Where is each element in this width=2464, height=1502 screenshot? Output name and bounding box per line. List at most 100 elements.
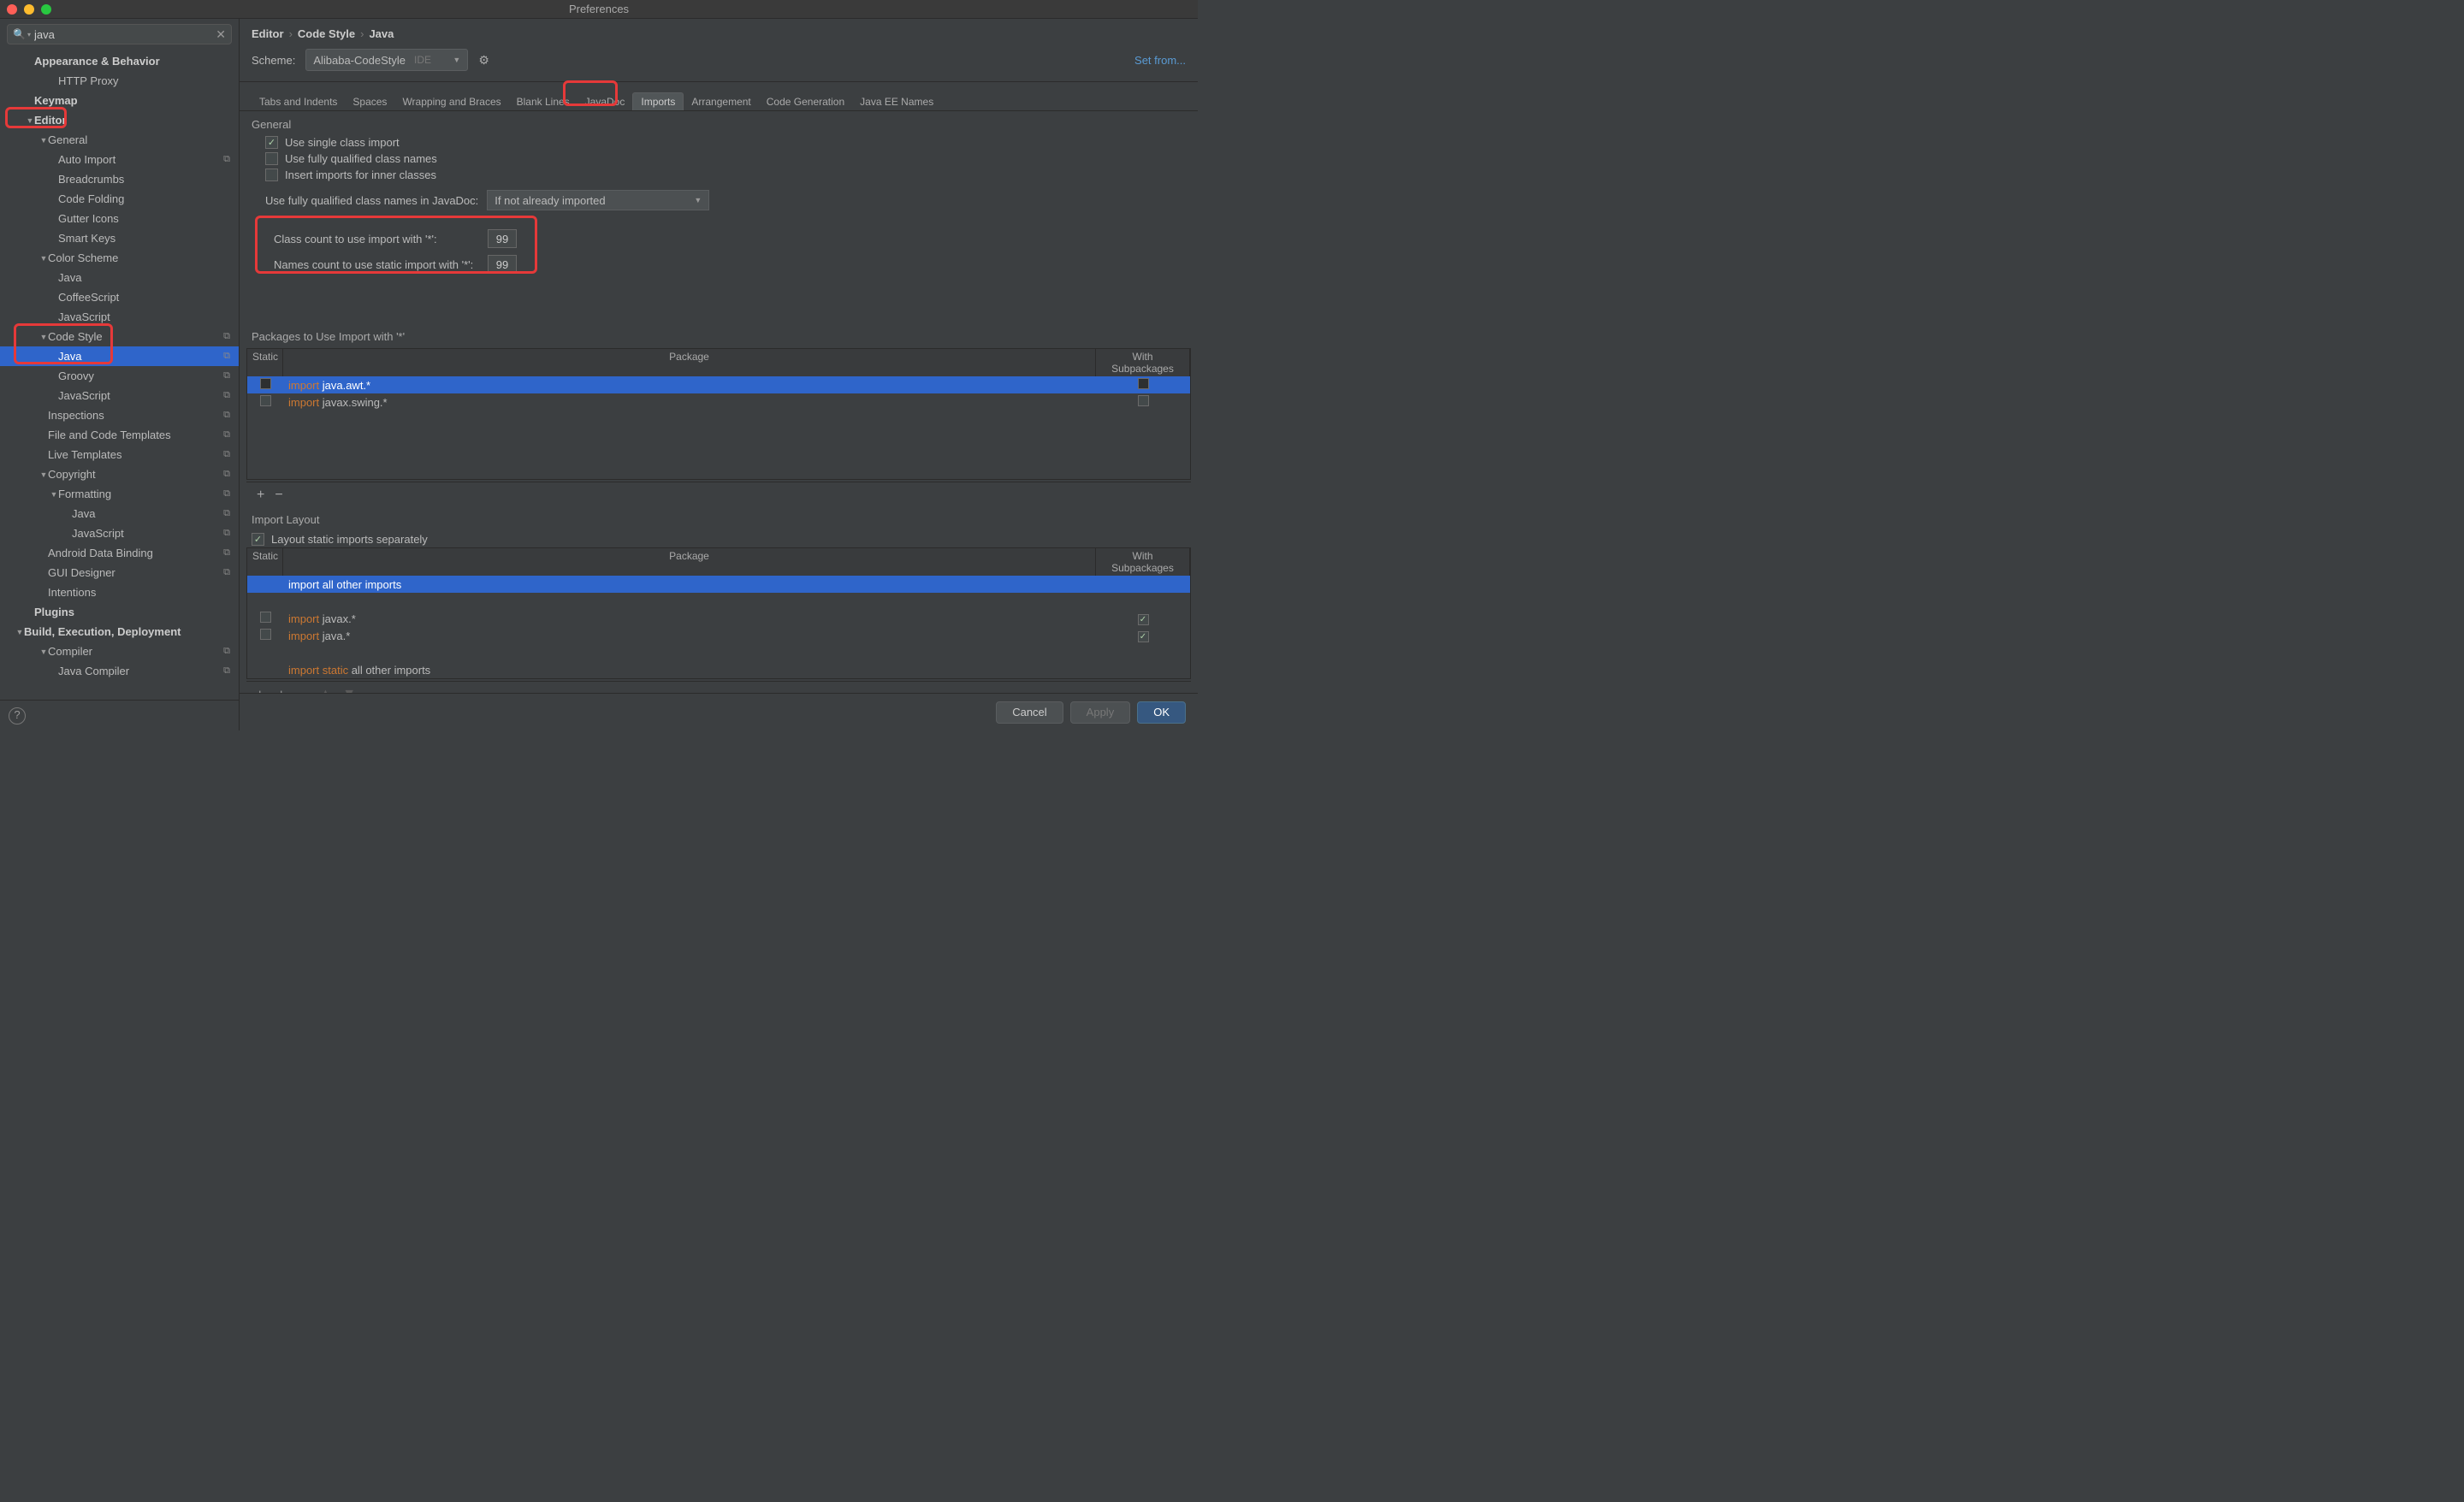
sidebar-item[interactable]: Java (0, 268, 239, 287)
checkbox[interactable] (260, 629, 271, 640)
copy-icon: ⧉ (223, 351, 230, 362)
sidebar-item[interactable]: JavaScript⧉ (0, 386, 239, 405)
copy-icon: ⧉ (223, 410, 230, 421)
sidebar-item[interactable]: CoffeeScript (0, 287, 239, 307)
layout-table: Static Package With Subpackages import a… (246, 547, 1191, 679)
table-row[interactable]: import all other imports (247, 576, 1190, 593)
checkbox-fq-names[interactable] (265, 152, 278, 165)
fq-javadoc-select[interactable]: If not already imported▼ (487, 190, 709, 210)
sidebar-item[interactable]: File and Code Templates⧉ (0, 425, 239, 445)
copy-icon: ⧉ (223, 370, 230, 381)
tab[interactable]: Imports (632, 92, 684, 110)
titlebar: Preferences (0, 0, 1198, 19)
checkbox[interactable] (260, 395, 271, 406)
search-input-wrapper[interactable]: 🔍 ▾ ✕ (7, 24, 232, 44)
tab[interactable]: JavaDoc (578, 93, 633, 110)
close-icon[interactable] (7, 4, 17, 15)
settings-tree: Appearance & BehaviorHTTP ProxyKeymapEdi… (0, 50, 239, 700)
table-row[interactable] (247, 644, 1190, 661)
add-icon[interactable]: + (257, 488, 264, 503)
sidebar-item[interactable]: Smart Keys (0, 228, 239, 248)
checkbox-inner-classes[interactable] (265, 169, 278, 181)
sidebar-item[interactable]: Inspections⧉ (0, 405, 239, 425)
minimize-icon[interactable] (24, 4, 34, 15)
copy-icon: ⧉ (223, 646, 230, 657)
tab[interactable]: Code Generation (759, 93, 852, 110)
checkbox[interactable] (1138, 378, 1149, 389)
sidebar-item[interactable]: Gutter Icons (0, 209, 239, 228)
zoom-icon[interactable] (41, 4, 51, 15)
sidebar-item[interactable]: HTTP Proxy (0, 71, 239, 91)
tab[interactable]: Tabs and Indents (252, 93, 345, 110)
set-from-link[interactable]: Set from... (1134, 54, 1186, 67)
checkbox[interactable] (1138, 614, 1149, 625)
checkbox-layout-static[interactable] (252, 533, 264, 546)
apply-button[interactable]: Apply (1070, 701, 1131, 724)
chevron-down-icon: ▾ (27, 31, 31, 38)
static-count-input[interactable] (488, 255, 517, 274)
add-blank-icon[interactable]: +ы (278, 687, 290, 693)
checkbox-single-class[interactable] (265, 136, 278, 149)
tab[interactable]: Java EE Names (852, 93, 941, 110)
fq-javadoc-label: Use fully qualified class names in JavaD… (265, 194, 478, 207)
copy-icon: ⧉ (223, 528, 230, 539)
sidebar-item[interactable]: Intentions (0, 582, 239, 602)
ok-button[interactable]: OK (1137, 701, 1186, 724)
tab[interactable]: Arrangement (684, 93, 758, 110)
table-row[interactable]: import javax.* (247, 610, 1190, 627)
add-package-icon[interactable]: +■ (257, 687, 268, 693)
tab[interactable]: Blank Lines (509, 93, 578, 110)
gear-icon[interactable]: ⚙ (478, 53, 489, 68)
copy-icon: ⧉ (223, 469, 230, 480)
sidebar-item[interactable]: Keymap (0, 91, 239, 110)
checkbox[interactable] (260, 612, 271, 623)
tab[interactable]: Spaces (345, 93, 394, 110)
remove-icon[interactable]: − (300, 687, 308, 693)
scheme-select[interactable]: Alibaba-CodeStyle IDE ▼ (305, 49, 468, 71)
clear-icon[interactable]: ✕ (216, 27, 226, 42)
tab[interactable]: Wrapping and Braces (394, 93, 508, 110)
sidebar-item[interactable]: JavaScript (0, 307, 239, 327)
sidebar-item[interactable]: Groovy⧉ (0, 366, 239, 386)
move-up-icon[interactable]: ▲ (318, 687, 332, 693)
cancel-button[interactable]: Cancel (996, 701, 1063, 724)
search-input[interactable] (34, 28, 216, 41)
copy-icon: ⧉ (223, 567, 230, 578)
sidebar-item[interactable]: Color Scheme (0, 248, 239, 268)
copy-icon: ⧉ (223, 429, 230, 441)
copy-icon: ⧉ (223, 449, 230, 460)
sidebar-item[interactable]: JavaScript⧉ (0, 523, 239, 543)
table-row[interactable]: import java.* (247, 627, 1190, 644)
sidebar-item[interactable]: Compiler⧉ (0, 642, 239, 661)
checkbox[interactable] (260, 378, 271, 389)
sidebar-item[interactable]: Plugins (0, 602, 239, 622)
window-title: Preferences (569, 3, 629, 15)
checkbox[interactable] (1138, 631, 1149, 642)
sidebar-item[interactable]: Java⧉ (0, 346, 239, 366)
scheme-label: Scheme: (252, 54, 295, 67)
sidebar-item[interactable]: Live Templates⧉ (0, 445, 239, 464)
sidebar-item[interactable]: Editor (0, 110, 239, 130)
sidebar-item[interactable]: Java⧉ (0, 504, 239, 523)
table-row[interactable] (247, 593, 1190, 610)
help-button[interactable]: ? (9, 707, 26, 724)
sidebar-item[interactable]: Formatting⧉ (0, 484, 239, 504)
sidebar-item[interactable]: Java Compiler⧉ (0, 661, 239, 681)
sidebar-item[interactable]: Code Folding (0, 189, 239, 209)
sidebar-item[interactable]: General (0, 130, 239, 150)
sidebar-item[interactable]: Copyright⧉ (0, 464, 239, 484)
checkbox[interactable] (1138, 395, 1149, 406)
sidebar-item[interactable]: Auto Import⧉ (0, 150, 239, 169)
remove-icon[interactable]: − (275, 488, 282, 503)
table-row[interactable]: import static all other imports (247, 661, 1190, 678)
class-count-input[interactable] (488, 229, 517, 248)
move-down-icon[interactable]: ▼ (342, 687, 356, 693)
sidebar-item[interactable]: Android Data Binding⧉ (0, 543, 239, 563)
sidebar-item[interactable]: Appearance & Behavior (0, 51, 239, 71)
sidebar-item[interactable]: Breadcrumbs (0, 169, 239, 189)
sidebar-item[interactable]: GUI Designer⧉ (0, 563, 239, 582)
table-row[interactable]: import javax.swing.* (247, 393, 1190, 411)
sidebar-item[interactable]: Code Style⧉ (0, 327, 239, 346)
table-row[interactable]: import java.awt.* (247, 376, 1190, 393)
sidebar-item[interactable]: Build, Execution, Deployment (0, 622, 239, 642)
